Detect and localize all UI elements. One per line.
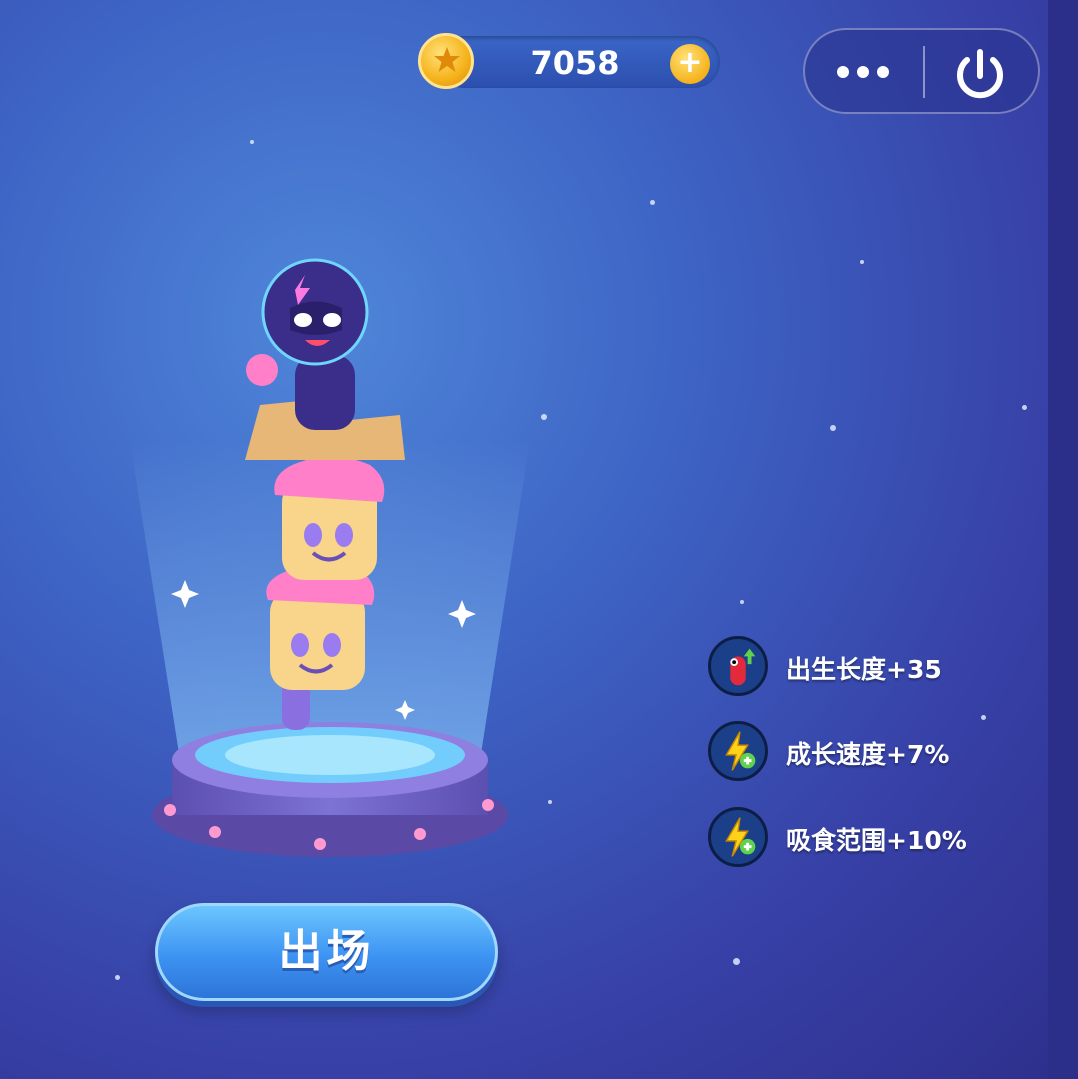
character-figure: [246, 258, 369, 430]
background-star: [860, 260, 864, 264]
stat-row-absorb-range: 吸食范围+10%: [708, 807, 1028, 869]
background-star: [740, 600, 744, 604]
lightning-plus-icon: [708, 721, 768, 781]
background-star: [250, 140, 254, 144]
popsicle-lower: [266, 562, 375, 690]
background-star: [733, 958, 740, 965]
more-button[interactable]: [825, 30, 925, 112]
star-icon: [434, 47, 460, 72]
stat-label: 吸食范围+10%: [786, 826, 967, 855]
coin-balance: 7058: [530, 44, 620, 82]
snake-growth-icon: [708, 636, 768, 696]
background-star: [830, 425, 836, 431]
capsule-divider: [923, 46, 925, 98]
background-star: [115, 975, 120, 980]
background-star: [1022, 405, 1027, 410]
background-star: [981, 715, 986, 720]
stat-label: 出生长度+35: [786, 655, 942, 684]
character-display: [130, 258, 530, 857]
power-icon[interactable]: [945, 38, 1015, 108]
right-edge-strip: [1048, 0, 1078, 1079]
deploy-button[interactable]: 出场: [155, 903, 498, 1001]
pedestal: [152, 722, 508, 857]
popsicle-upper: [274, 456, 385, 580]
add-coins-button[interactable]: +: [670, 44, 710, 84]
coin-icon: [418, 33, 474, 89]
mini-program-capsule: [803, 28, 1040, 114]
stat-row-birth-length: 出生长度+35: [708, 636, 1028, 698]
background-star: [650, 200, 655, 205]
deploy-button-label: 出场: [278, 926, 375, 977]
stat-label: 成长速度+7%: [786, 740, 950, 769]
lightning-plus-icon: [708, 807, 768, 867]
stat-row-growth-speed: 成长速度+7%: [708, 721, 1028, 783]
